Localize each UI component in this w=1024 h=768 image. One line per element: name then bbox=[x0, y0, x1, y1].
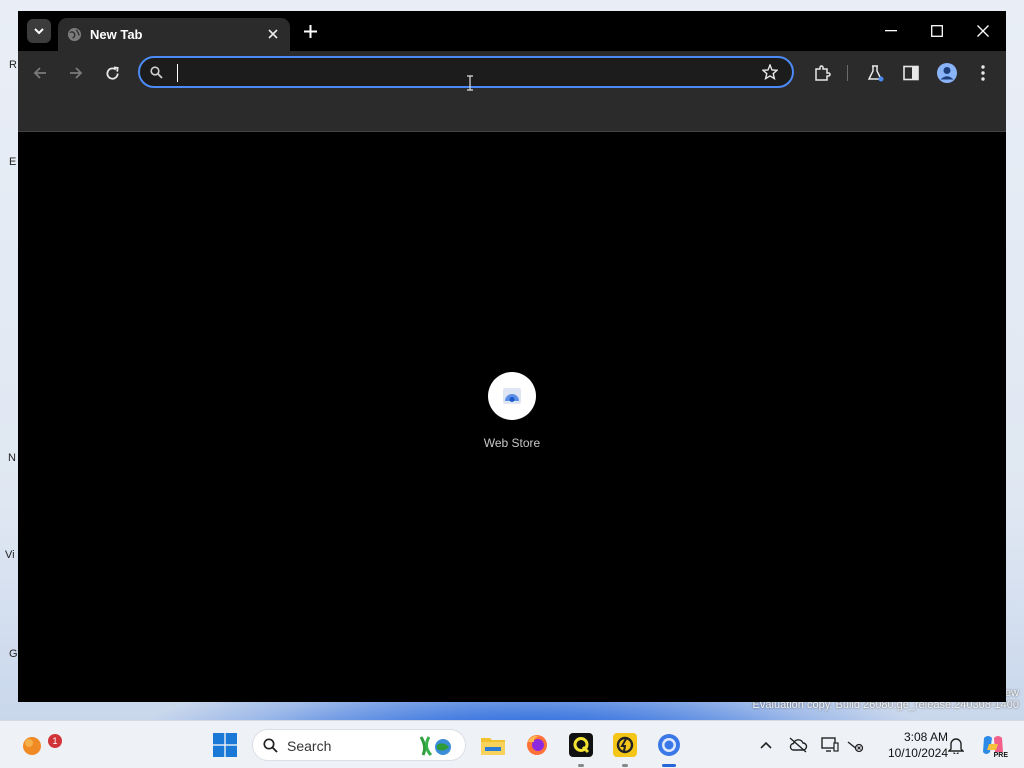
flask-icon bbox=[867, 65, 884, 82]
minimize-button[interactable] bbox=[868, 17, 914, 45]
side-panel-icon bbox=[903, 65, 919, 81]
taskbar-search[interactable]: Search bbox=[252, 729, 466, 761]
active-indicator bbox=[662, 764, 676, 767]
maximize-icon bbox=[931, 25, 943, 37]
q-app-icon bbox=[569, 733, 593, 757]
profile-icon bbox=[937, 63, 957, 83]
reload-icon bbox=[105, 66, 119, 80]
close-tab-button[interactable] bbox=[264, 25, 282, 43]
chevron-down-icon bbox=[34, 28, 44, 35]
taskbar-clock[interactable]: 3:08 AM 10/10/2024 bbox=[872, 729, 948, 761]
arrow-left-icon bbox=[33, 67, 46, 79]
start-button[interactable] bbox=[209, 729, 241, 761]
minimize-icon bbox=[885, 30, 897, 32]
plus-icon bbox=[303, 24, 317, 38]
windows-logo-icon bbox=[213, 733, 237, 757]
shortcut-label: Web Store bbox=[483, 436, 541, 450]
search-highlight-icon bbox=[419, 736, 451, 757]
close-window-button[interactable] bbox=[960, 17, 1006, 45]
weather-icon bbox=[23, 737, 41, 755]
show-hidden-icons-button[interactable] bbox=[754, 733, 778, 757]
profile-button[interactable] bbox=[933, 59, 961, 87]
ibeam-cursor-icon bbox=[467, 75, 473, 91]
copilot-button[interactable]: PRE bbox=[979, 731, 1009, 759]
arrow-right-icon bbox=[70, 67, 83, 79]
extensions-button[interactable] bbox=[808, 59, 836, 87]
evaluation-watermark: ew Evaluation copy. Build 26080.ge_relea… bbox=[753, 687, 1019, 711]
taskbar-search-label: Search bbox=[287, 738, 332, 754]
chrome-icon bbox=[658, 734, 680, 756]
shortcut-web-store[interactable]: Web Store bbox=[478, 372, 546, 450]
tray-display[interactable] bbox=[818, 733, 842, 757]
new-tab-page: Web Store bbox=[18, 132, 1006, 702]
close-icon bbox=[268, 29, 278, 39]
tray-cloud[interactable] bbox=[786, 733, 810, 757]
cloud-off-icon bbox=[789, 737, 808, 753]
close-icon bbox=[977, 25, 989, 37]
taskbar-app-q[interactable] bbox=[565, 729, 597, 767]
running-indicator bbox=[622, 764, 628, 767]
new-tab-button[interactable] bbox=[298, 19, 322, 43]
maximize-button[interactable] bbox=[914, 17, 960, 45]
folder-icon bbox=[481, 738, 505, 755]
firefox-icon bbox=[527, 735, 547, 755]
taskbar-chrome[interactable] bbox=[653, 729, 685, 767]
shortcut-tile[interactable] bbox=[488, 372, 536, 420]
running-indicator bbox=[578, 764, 584, 767]
clock-date: 10/10/2024 bbox=[887, 746, 948, 760]
widgets-button[interactable]: 1 bbox=[16, 729, 62, 761]
omnibox-input[interactable] bbox=[176, 62, 750, 84]
kebab-menu-icon bbox=[981, 65, 985, 81]
puzzle-icon bbox=[815, 65, 831, 81]
tab-search-button[interactable] bbox=[27, 19, 51, 43]
back-button[interactable] bbox=[26, 59, 54, 87]
tab-new-tab[interactable]: New Tab bbox=[58, 18, 290, 51]
taskbar-app-lightning[interactable] bbox=[609, 729, 641, 767]
notifications-button[interactable] bbox=[944, 733, 968, 757]
chevron-up-icon bbox=[760, 741, 772, 749]
side-panel-button[interactable] bbox=[897, 59, 925, 87]
taskbar-file-explorer[interactable] bbox=[477, 729, 509, 761]
search-icon bbox=[263, 738, 278, 753]
search-icon bbox=[150, 66, 163, 79]
clock-time: 3:08 AM bbox=[903, 730, 948, 744]
browser-window: New Tab Web Store bbox=[18, 11, 1006, 702]
toolbar-divider bbox=[847, 65, 848, 81]
forward-button[interactable] bbox=[62, 59, 90, 87]
tab-title: New Tab bbox=[90, 27, 143, 42]
copilot-preview-badge: PRE bbox=[992, 752, 1009, 759]
lightning-app-icon bbox=[613, 733, 637, 757]
star-icon[interactable] bbox=[762, 64, 778, 80]
notification-badge: 1 bbox=[48, 734, 62, 748]
network-disconnected-icon bbox=[847, 741, 864, 753]
web-store-icon bbox=[503, 388, 521, 404]
text-caret bbox=[177, 64, 178, 82]
labs-button[interactable] bbox=[861, 59, 889, 87]
browser-toolbar bbox=[18, 51, 1006, 132]
globe-icon bbox=[67, 27, 82, 42]
menu-button[interactable] bbox=[969, 59, 997, 87]
tab-strip: New Tab bbox=[18, 11, 1006, 51]
taskbar-firefox[interactable] bbox=[521, 729, 553, 761]
monitor-icon bbox=[821, 737, 839, 752]
tray-network[interactable] bbox=[843, 733, 867, 757]
bell-icon bbox=[948, 738, 964, 754]
taskbar: 1 Search 3:08 AM 10/10/2024 PRE bbox=[0, 720, 1024, 768]
reload-button[interactable] bbox=[98, 59, 126, 87]
